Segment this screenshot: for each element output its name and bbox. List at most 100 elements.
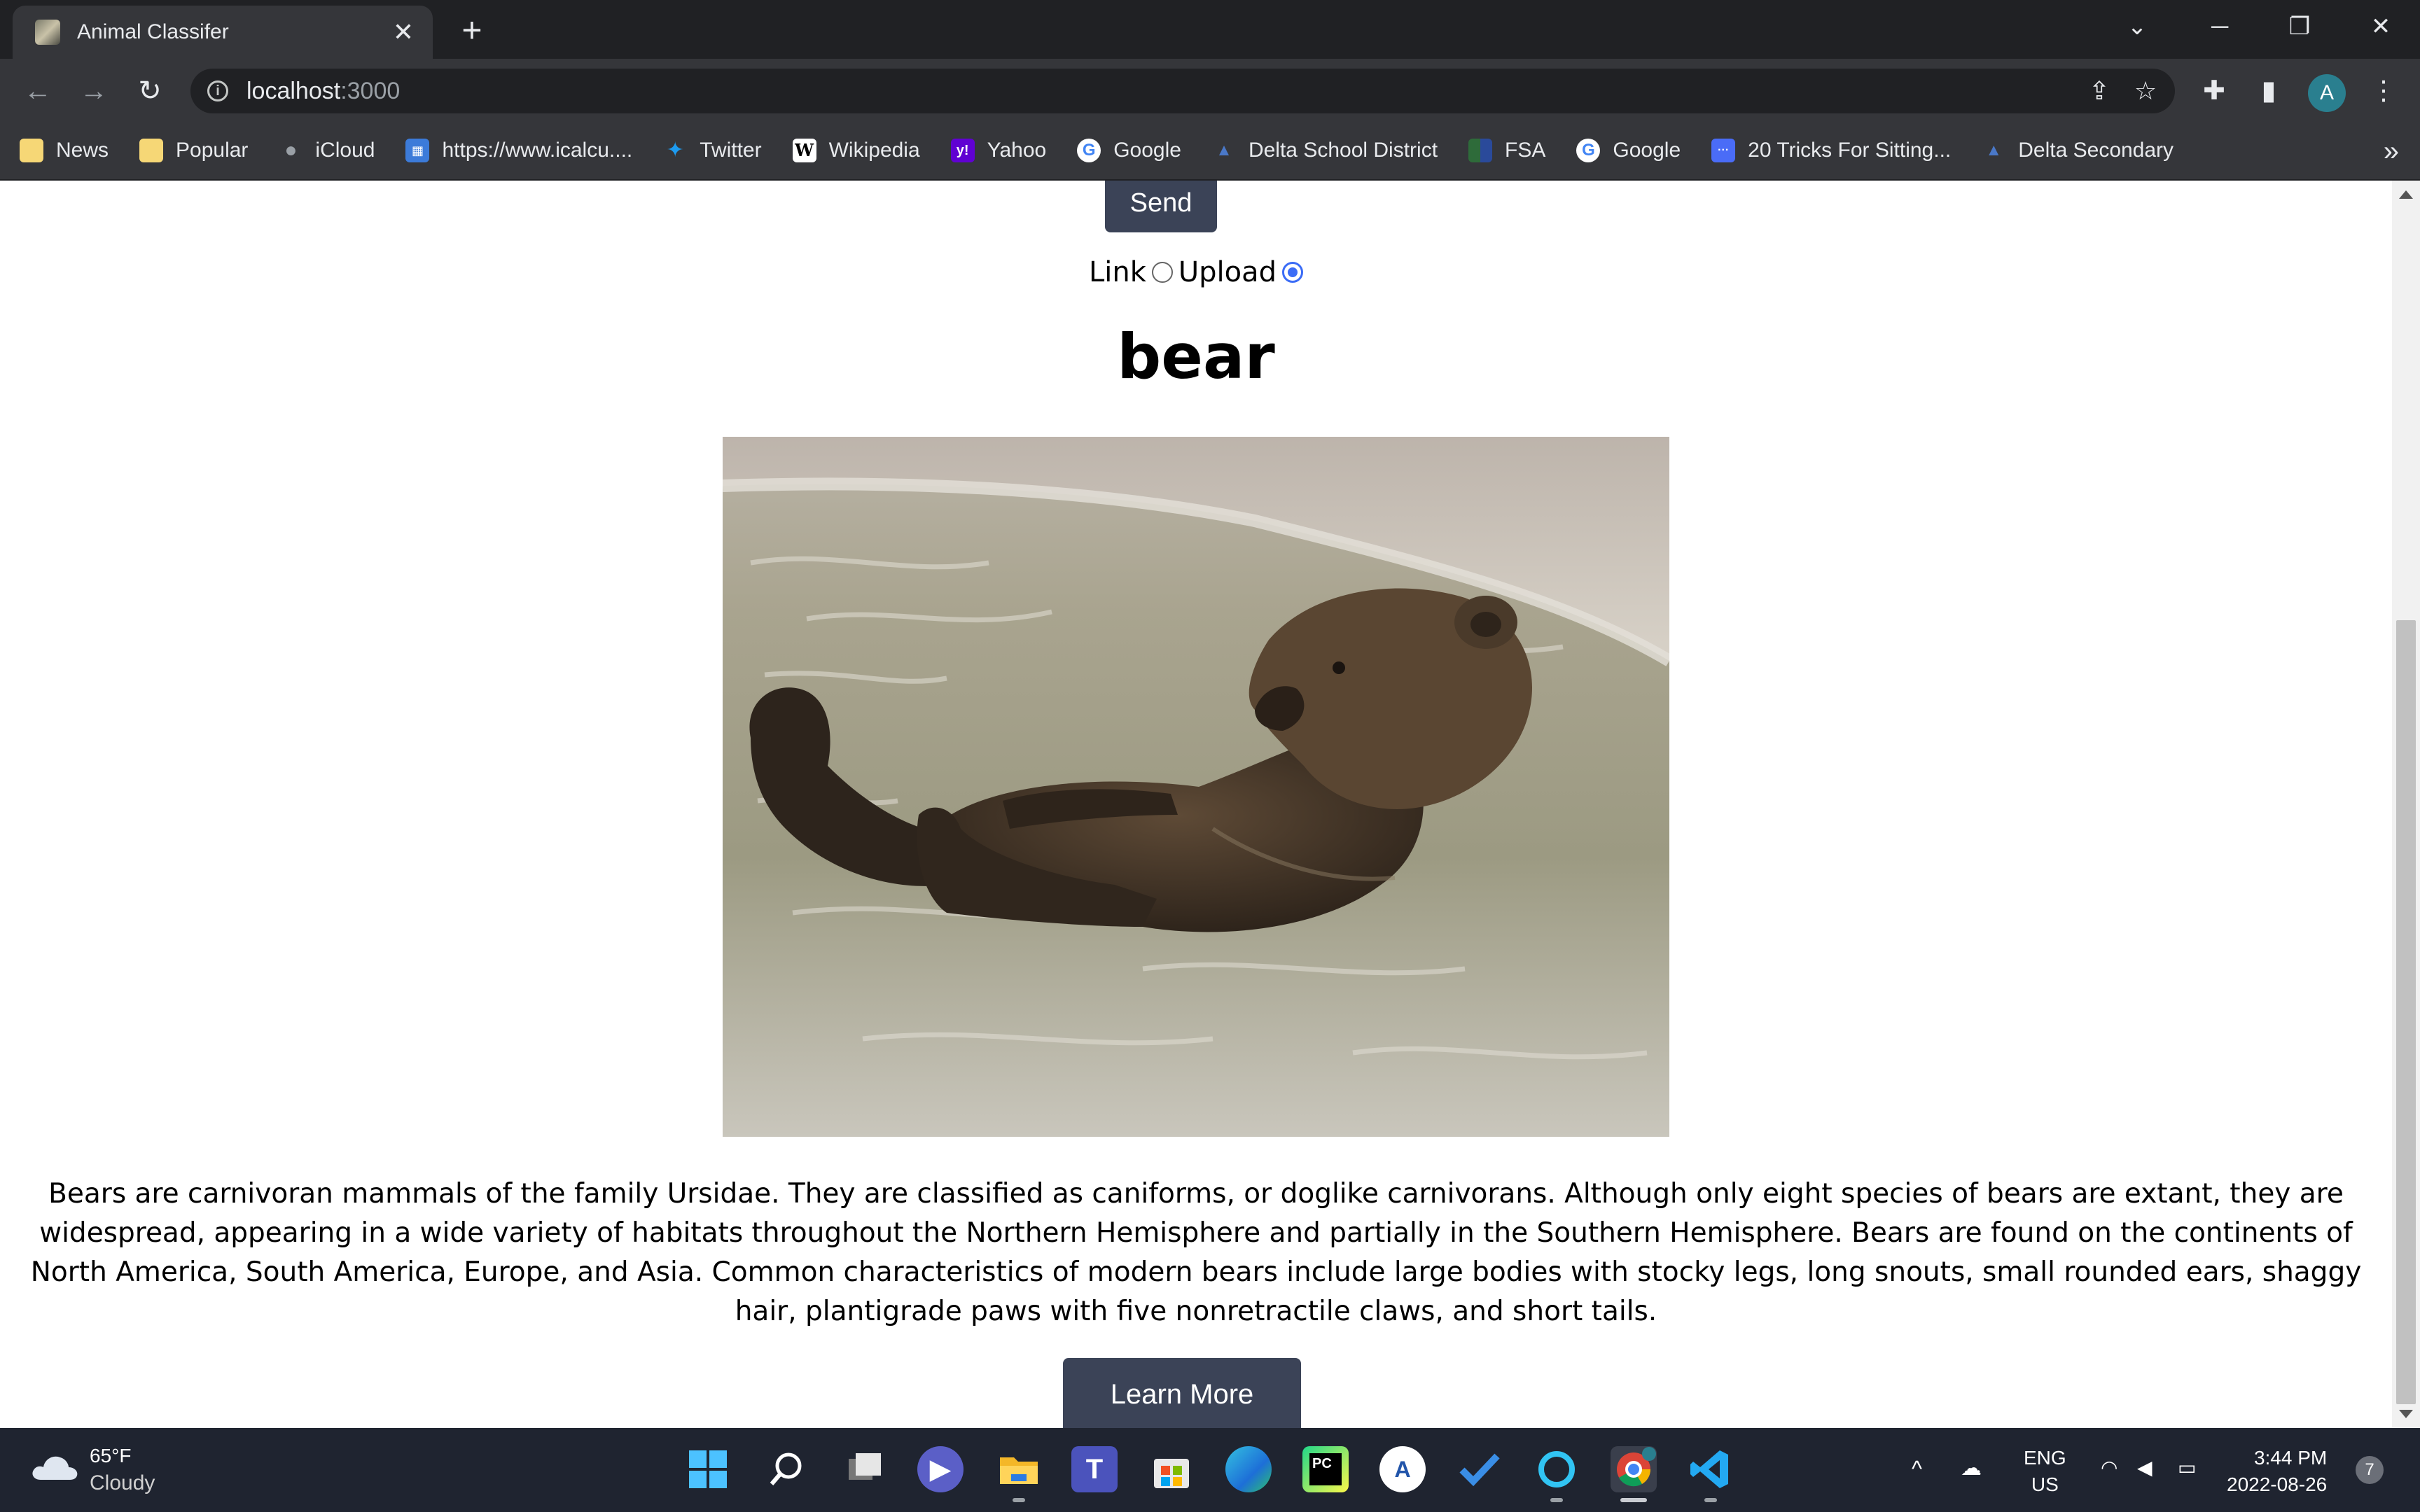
yahoo-icon: y! [950,139,975,162]
todo-icon[interactable] [1456,1446,1503,1492]
profile-avatar[interactable]: A [2308,74,2346,112]
bookmark-label: Popular [176,139,249,162]
clock-date: 2022-08-26 [2227,1474,2328,1495]
bear-image [723,437,1669,1137]
bookmark-item[interactable]: ▦ https://www.icalcu.... [405,139,632,162]
send-button[interactable]: Send [1105,181,1217,232]
tab-title: Animal Classifer [77,20,229,43]
app-icon[interactable]: A [1379,1446,1426,1492]
delta-icon: ▲ [1985,141,2003,160]
source-radio-group: Link Upload [0,248,2392,297]
file-explorer-icon[interactable] [996,1446,1042,1492]
apple-icon: ● [284,139,298,162]
reload-button[interactable]: ↻ [132,73,168,109]
tab-active[interactable]: Animal Classifer ✕ [13,6,433,59]
bookmark-label: Twitter [700,139,762,162]
weather-temperature[interactable]: 65°F [90,1445,131,1467]
close-window-button[interactable]: ✕ [2353,7,2409,46]
wikipedia-icon: W [792,139,816,162]
page-scrollbar[interactable] [2392,181,2420,1428]
bookmark-item[interactable]: ✦ Twitter [663,139,762,162]
bookmark-label: Yahoo [987,139,1047,162]
menu-icon[interactable]: ⋮ [2365,73,2402,109]
bookmark-star-icon[interactable]: ☆ [2130,77,2161,105]
bookmark-item[interactable]: ● iCloud [279,139,375,162]
back-button[interactable]: ← [20,73,56,109]
battery-icon[interactable]: ▭ [2178,1456,2196,1479]
language-indicator[interactable]: ENG US [2024,1445,2066,1498]
upload-radio-label: Upload [1178,256,1277,288]
start-icon[interactable] [685,1446,731,1492]
google-icon: G [1077,139,1101,162]
clock-time: 3:44 PM [2253,1447,2328,1469]
folder-icon [20,139,43,162]
running-indicator [1550,1498,1563,1502]
tab-close-icon[interactable]: ✕ [389,18,417,46]
new-tab-button[interactable]: + [454,13,490,49]
upload-radio[interactable] [1282,262,1304,283]
chat-icon[interactable]: ▶ [917,1446,964,1492]
url-port: :3000 [340,77,401,104]
cortana-icon[interactable] [1534,1446,1580,1492]
volume-icon[interactable]: ◀ [2137,1456,2153,1479]
wifi-icon[interactable]: ◠ [2101,1456,2118,1479]
weather-condition[interactable]: Cloudy [90,1471,155,1495]
onedrive-icon[interactable]: ☁ [1961,1456,1982,1480]
vscode-icon[interactable] [1688,1446,1734,1492]
chrome-icon[interactable] [1611,1446,1657,1492]
notification-badge[interactable]: 7 [2356,1456,2384,1484]
edge-icon[interactable] [1225,1446,1272,1492]
bookmark-label: Delta Secondary [2018,139,2174,162]
url-text[interactable]: localhost:3000 [246,78,400,105]
search-icon[interactable] [763,1446,809,1492]
site-icon: ··· [1711,139,1736,162]
scroll-up-icon[interactable] [2399,190,2413,199]
site-info-icon[interactable]: i [207,80,228,102]
browser-toolbar: ← → ↻ i localhost:3000 ⇪ ☆ ✚ ▮ A ⋮ [0,59,2420,122]
url-host: localhost [246,77,341,104]
bookmark-item[interactable]: y! Yahoo [950,139,1047,162]
calculator-icon: ▦ [405,139,430,162]
side-panel-icon[interactable]: ▮ [2251,73,2287,109]
extensions-icon[interactable]: ✚ [2196,73,2232,109]
tab-search-icon[interactable]: ⌄ [2109,7,2165,46]
address-bar[interactable]: i localhost:3000 ⇪ ☆ [190,69,2175,113]
bookmark-item[interactable]: W Wikipedia [792,139,920,162]
bookmark-label: Google [1113,139,1181,162]
minimize-button[interactable]: ─ [2192,7,2248,46]
bookmark-label: Delta School District [1248,139,1438,162]
forward-button[interactable]: → [76,73,112,109]
bookmark-item[interactable]: ··· 20 Tricks For Sitting... [1711,139,1951,162]
link-radio-label: Link [1088,256,1146,288]
restore-button[interactable]: ❐ [2272,7,2328,46]
bookmark-item[interactable]: FSA [1468,139,1545,162]
link-radio[interactable] [1151,262,1173,283]
bookmark-item[interactable]: G Google [1077,139,1181,162]
bookmark-item[interactable]: News [20,139,109,162]
active-indicator [1620,1498,1647,1502]
task-view-icon[interactable] [842,1446,888,1492]
scrollbar-thumb[interactable] [2396,620,2416,1404]
learn-more-button[interactable]: Learn More [1063,1358,1301,1428]
clock[interactable]: 3:44 PM 2022-08-26 [2227,1445,2327,1498]
language-code: ENG [2024,1447,2066,1469]
region-code: US [2031,1474,2059,1495]
bookmarks-overflow-icon[interactable]: » [2384,136,2399,167]
tray-overflow-icon[interactable]: ^ [1912,1456,1922,1482]
bookmark-item[interactable]: ▲ Delta Secondary [1982,139,2174,162]
bookmark-label: Google [1613,139,1681,162]
bookmarks-bar: News Popular ● iCloud ▦ https://www.ical… [0,122,2420,181]
fsa-icon [1468,139,1493,162]
pycharm-icon[interactable]: PC [1302,1446,1349,1492]
store-icon[interactable] [1148,1446,1195,1492]
scroll-down-icon[interactable] [2399,1410,2413,1418]
delta-icon: ▲ [1216,141,1232,160]
bookmark-item[interactable]: ▲ Delta School District [1212,139,1438,162]
animal-description: Bears are carnivoran mammals of the fami… [30,1178,2362,1327]
teams-icon[interactable]: T [1071,1446,1118,1492]
bookmark-label: https://www.icalcu.... [442,139,633,162]
bookmark-item[interactable]: G Google [1576,139,1681,162]
bookmark-item[interactable]: Popular [139,139,248,162]
animal-photo [723,437,1669,1137]
share-icon[interactable]: ⇪ [2084,77,2115,105]
